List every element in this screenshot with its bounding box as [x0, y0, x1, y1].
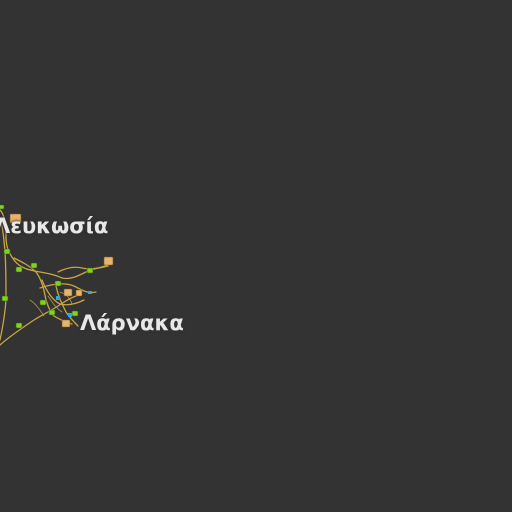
poi-marker	[63, 288, 73, 297]
junction-marker	[30, 262, 38, 269]
map-canvas[interactable]: Λευκωσία Λάρνακα	[0, 0, 512, 512]
poi-marker-blue	[68, 313, 72, 317]
junction-marker	[86, 267, 94, 274]
junction-marker	[39, 299, 47, 306]
poi-marker	[103, 256, 114, 266]
poi-marker-blue	[88, 291, 92, 294]
poi-marker-blue	[56, 296, 60, 300]
junction-marker	[15, 322, 23, 329]
junction-marker	[1, 295, 9, 302]
junction-marker	[48, 309, 56, 316]
poi-marker	[61, 319, 71, 328]
city-label-larnaka[interactable]: Λάρνακα	[80, 313, 184, 334]
junction-marker	[0, 204, 5, 210]
junction-marker	[71, 310, 79, 317]
poi-marker	[75, 289, 83, 297]
city-label-lefkosia[interactable]: Λευκωσία	[0, 216, 108, 237]
junction-marker	[3, 248, 11, 255]
road-network	[0, 204, 114, 346]
junction-marker	[15, 266, 23, 273]
junction-marker	[54, 280, 62, 287]
